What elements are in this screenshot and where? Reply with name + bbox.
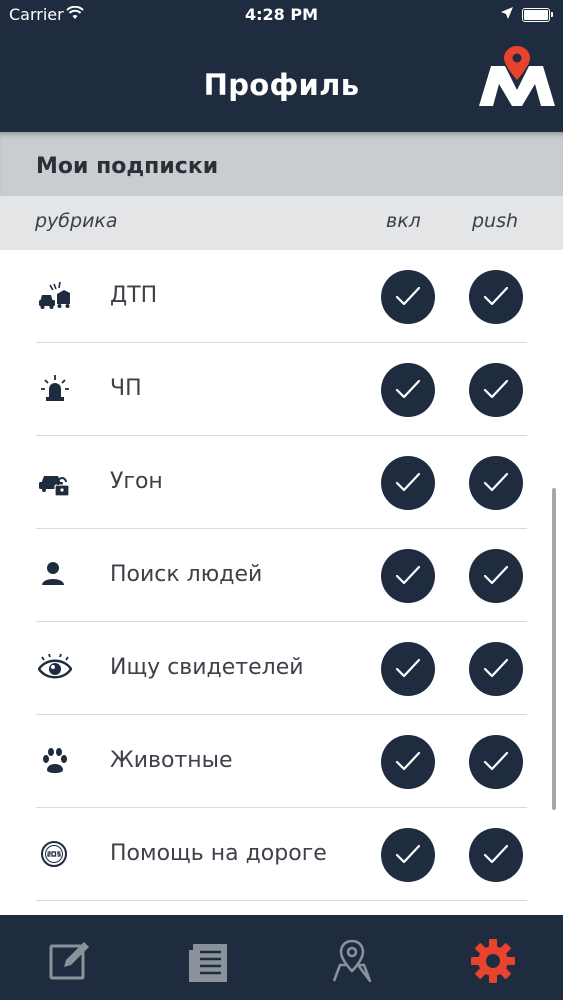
enabled-checkbox-chp[interactable] [381, 363, 435, 417]
subscription-row-road-help: Помощь на дороге [0, 808, 563, 901]
person-icon [42, 562, 64, 585]
subscription-list[interactable]: ДТП ЧП Угон Поиск людей Ищу свидетелей Ж… [0, 250, 563, 915]
navigation-bar: Carrier 4:28 PM Профиль [0, 0, 563, 132]
car-crash-icon [39, 281, 70, 309]
subscription-label: Поиск людей [110, 562, 263, 587]
push-checkbox-road-help[interactable] [469, 828, 523, 882]
subscription-row-animals: Животные [0, 715, 563, 808]
sos-icon [41, 841, 67, 867]
subscription-row-chp: ЧП [0, 343, 563, 436]
eye-icon [38, 653, 72, 679]
subscription-row-dtp: ДТП [0, 250, 563, 343]
subscription-row-ugon: Угон [0, 436, 563, 529]
subscription-label: Угон [110, 469, 163, 494]
push-checkbox-chp[interactable] [469, 363, 523, 417]
section-title: Мои подписки [36, 154, 219, 179]
subscription-label: Животные [110, 748, 233, 773]
settings-tab[interactable] [469, 937, 517, 985]
column-category: рубрика [35, 210, 118, 232]
subscription-row-search-people: Поиск людей [0, 529, 563, 622]
enabled-checkbox-road-help[interactable] [381, 828, 435, 882]
row-divider [36, 900, 527, 901]
push-checkbox-ugon[interactable] [469, 456, 523, 510]
column-headers: рубрика вкл push [0, 196, 563, 250]
push-checkbox-dtp[interactable] [469, 270, 523, 324]
battery-icon [522, 8, 553, 22]
column-push: push [472, 210, 519, 232]
subscription-label: ЧП [110, 376, 142, 401]
section-header: Мои подписки [0, 132, 563, 196]
enabled-checkbox-dtp[interactable] [381, 270, 435, 324]
location-arrow-icon [501, 7, 513, 19]
enabled-checkbox-animals[interactable] [381, 735, 435, 789]
siren-icon [41, 375, 69, 401]
push-checkbox-animals[interactable] [469, 735, 523, 789]
scrollbar[interactable] [552, 488, 556, 810]
subscription-label: Ищу свидетелей [110, 655, 304, 680]
map-tab[interactable] [328, 937, 376, 985]
edit-tab[interactable] [46, 937, 94, 985]
paw-icon [43, 748, 67, 773]
subscription-label: Помощь на дороге [110, 841, 327, 866]
app-logo [479, 46, 555, 106]
enabled-checkbox-search-people[interactable] [381, 549, 435, 603]
subscription-row-witnesses: Ищу свидетелей [0, 622, 563, 715]
status-time: 4:28 PM [244, 5, 318, 24]
column-enabled: вкл [386, 210, 421, 232]
subscription-label: ДТП [110, 283, 158, 308]
enabled-checkbox-witnesses[interactable] [381, 642, 435, 696]
push-checkbox-witnesses[interactable] [469, 642, 523, 696]
tab-bar [0, 915, 563, 1000]
enabled-checkbox-ugon[interactable] [381, 456, 435, 510]
push-checkbox-search-people[interactable] [469, 549, 523, 603]
car-lock-icon [39, 476, 70, 497]
status-bar: Carrier 4:28 PM [0, 0, 563, 30]
news-tab[interactable] [187, 937, 235, 985]
